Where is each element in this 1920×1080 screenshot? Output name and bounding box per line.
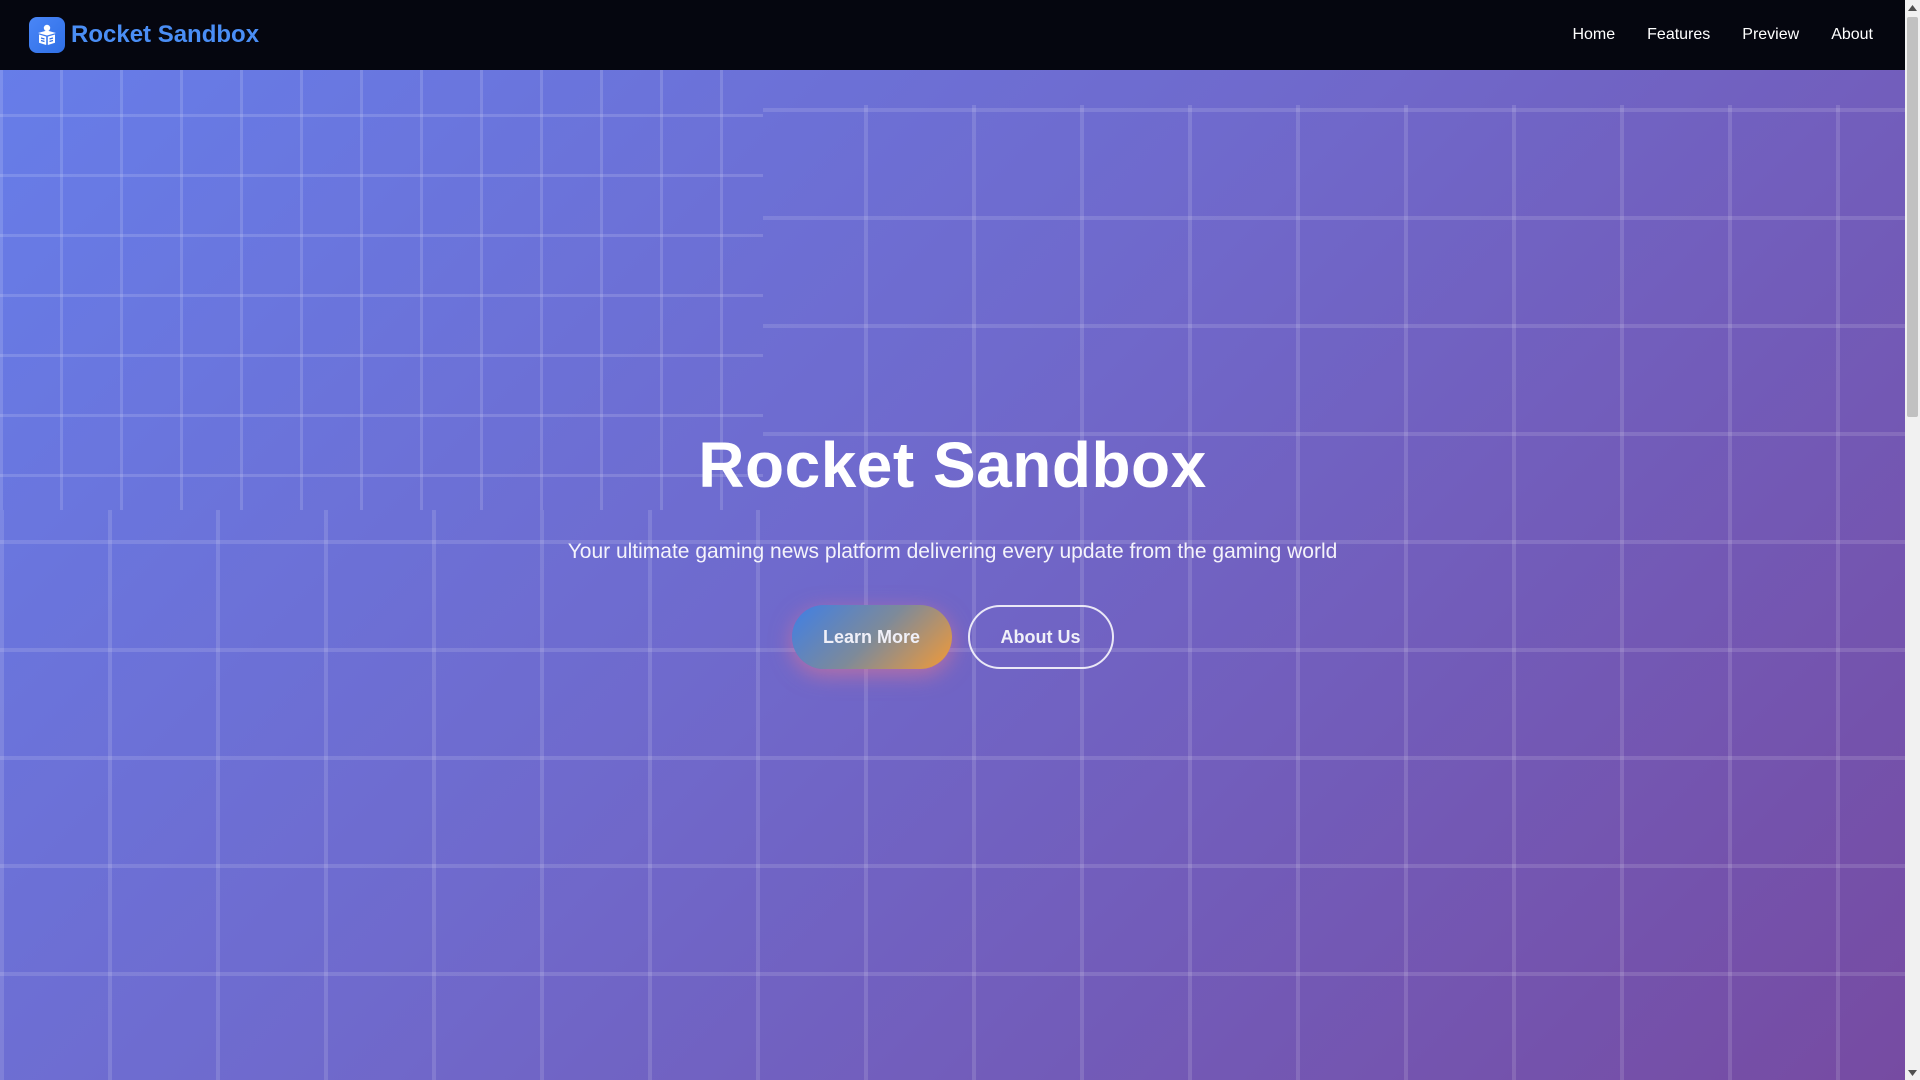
brand-name: Rocket Sandbox bbox=[71, 21, 260, 48]
nav-link-home[interactable]: Home bbox=[1572, 26, 1615, 44]
scroll-down-arrow-icon[interactable] bbox=[1905, 1065, 1920, 1080]
brand-logo-link[interactable]: Rocket Sandbox bbox=[29, 17, 259, 53]
nav-links: Home Features Preview About bbox=[1572, 26, 1873, 44]
scrollbar-thumb[interactable] bbox=[1907, 17, 1918, 417]
vertical-scrollbar[interactable] bbox=[1905, 0, 1920, 1080]
gift-box-icon bbox=[29, 17, 65, 53]
nav-link-preview[interactable]: Preview bbox=[1742, 26, 1799, 44]
hero-button-group: Learn More About Us bbox=[0, 605, 1905, 669]
scroll-up-arrow-icon[interactable] bbox=[1905, 0, 1920, 15]
nav-link-features[interactable]: Features bbox=[1647, 26, 1710, 44]
page: Rocket Sandbox Home Features Preview Abo… bbox=[0, 0, 1920, 1080]
about-us-button[interactable]: About Us bbox=[967, 605, 1114, 669]
hero-title: Rocket Sandbox bbox=[698, 429, 1207, 501]
nav-link-about[interactable]: About bbox=[1831, 26, 1873, 44]
navbar: Rocket Sandbox Home Features Preview Abo… bbox=[0, 0, 1905, 70]
hero-subtitle: Your ultimate gaming news platform deliv… bbox=[567, 540, 1338, 563]
learn-more-button[interactable]: Learn More bbox=[791, 605, 952, 669]
